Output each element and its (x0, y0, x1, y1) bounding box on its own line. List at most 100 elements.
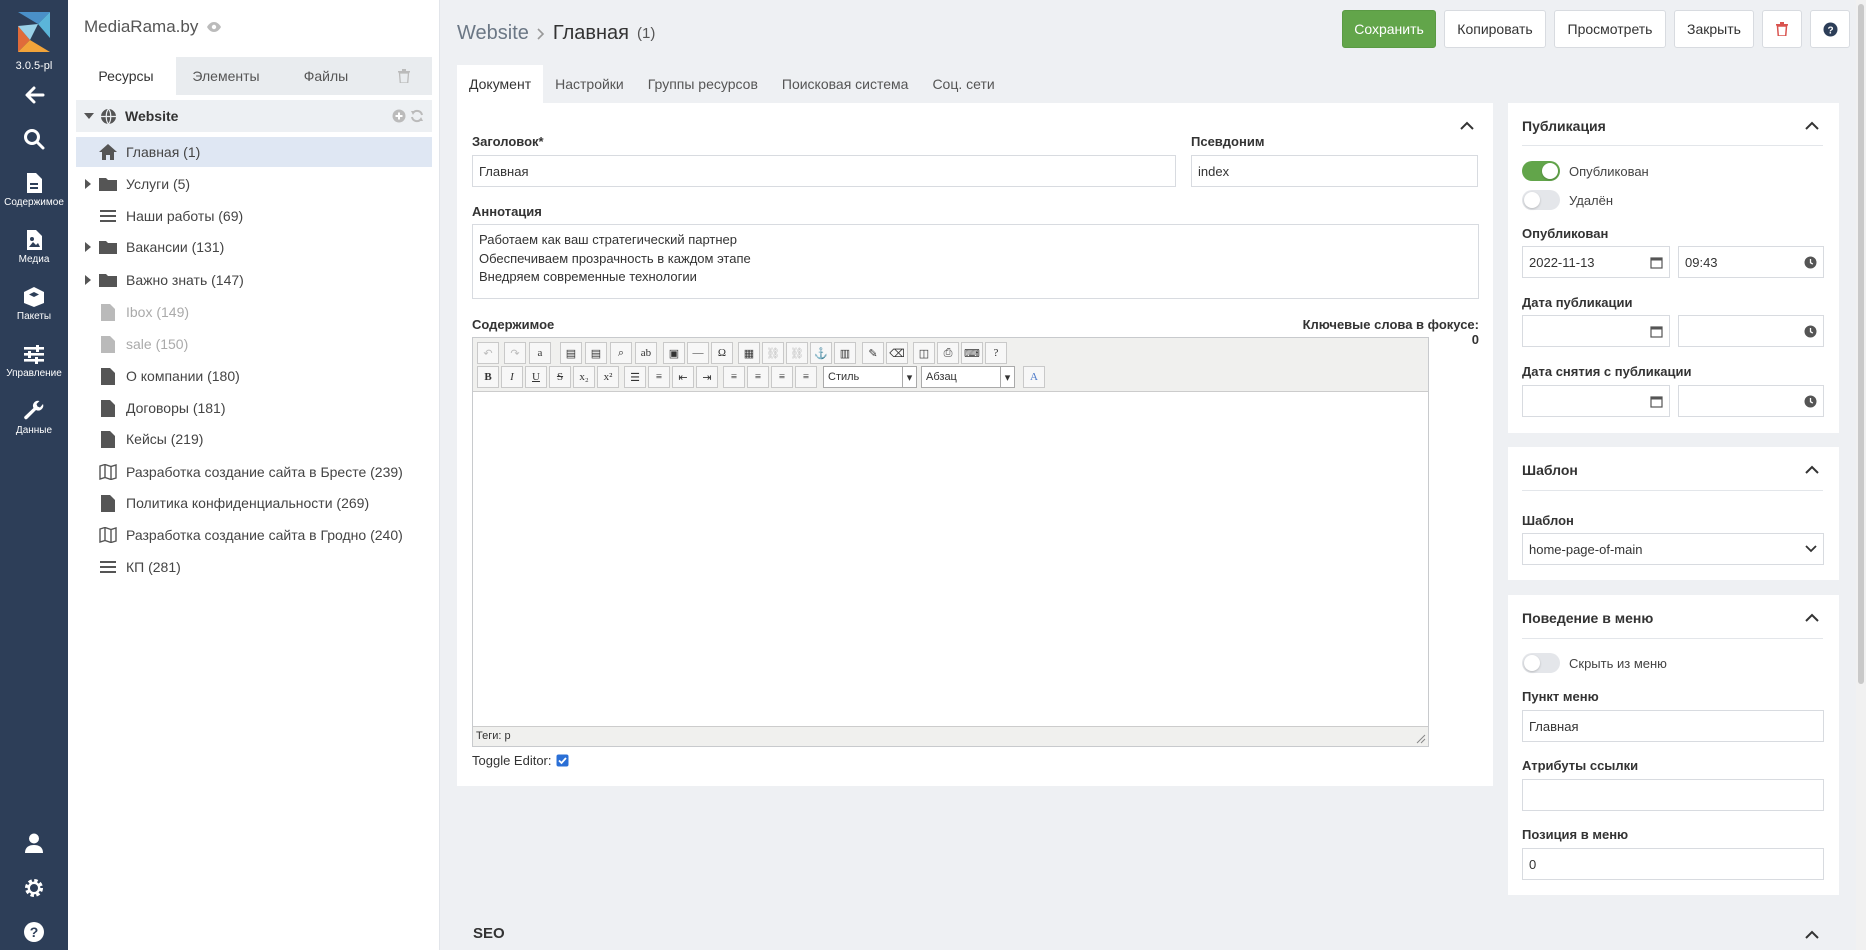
help-icon[interactable]: ? (985, 342, 1007, 364)
rail-manage-button[interactable]: Управление (0, 343, 68, 379)
justify-icon[interactable]: ≡ (795, 366, 817, 388)
tab-resources[interactable]: Ресурсы (76, 57, 176, 95)
tab-settings[interactable]: Настройки (543, 65, 636, 103)
pub-date-field[interactable] (1522, 315, 1670, 347)
paste-text-icon[interactable]: ▤ (585, 342, 607, 364)
underline-icon[interactable]: U (525, 366, 547, 388)
align-center-icon[interactable]: ≡ (747, 366, 769, 388)
menu-position-field[interactable]: 0 (1522, 848, 1824, 880)
unpub-time-field[interactable] (1678, 385, 1824, 417)
rail-search-button[interactable] (0, 128, 68, 153)
media-icon[interactable]: ▥ (834, 342, 856, 364)
collapse-chevron-icon[interactable] (1805, 930, 1819, 940)
deleted-toggle[interactable] (1522, 190, 1560, 210)
tree-item[interactable]: Главная (1) (76, 137, 432, 167)
eraser-icon[interactable]: ⌫ (886, 342, 908, 364)
keyboard-icon[interactable]: ⌨ (961, 342, 983, 364)
tree-item[interactable]: КП (281) (76, 552, 432, 582)
code-icon[interactable]: ◫ (913, 342, 935, 364)
unlink-icon[interactable]: ⛓ (786, 342, 808, 364)
style-select[interactable]: Стиль ▾ (823, 366, 917, 388)
menu-item-field[interactable]: Главная (1522, 710, 1824, 742)
tab-document[interactable]: Документ (457, 65, 544, 103)
modx-logo-icon[interactable] (14, 10, 54, 54)
collapse-chevron-icon[interactable] (1460, 121, 1474, 131)
pub-time-field[interactable] (1678, 315, 1824, 347)
tree-item[interactable]: О компании (180) (76, 361, 432, 391)
caret-right-icon[interactable] (84, 179, 98, 189)
page-scrollbar[interactable] (1856, 0, 1866, 950)
remove-format-icon[interactable]: A (1023, 366, 1045, 388)
rail-data-button[interactable]: Данные (0, 400, 68, 436)
resize-grip-icon[interactable] (1416, 734, 1426, 744)
caret-right-icon[interactable] (84, 242, 98, 252)
rail-help-button[interactable]: ? (0, 921, 68, 946)
close-button[interactable]: Закрыть (1674, 10, 1754, 48)
tree-item[interactable]: Кейсы (219) (76, 424, 432, 454)
image-icon[interactable]: ▦ (738, 342, 760, 364)
tree-item[interactable]: sale (150) (76, 329, 432, 359)
embed-icon[interactable]: ▣ (663, 342, 685, 364)
rail-media-button[interactable]: Медиа (0, 229, 68, 265)
calendar-icon[interactable] (1650, 395, 1663, 408)
anchor-icon[interactable]: ⚓ (810, 342, 832, 364)
format-select[interactable]: Абзац ▾ (921, 366, 1015, 388)
tree-item[interactable]: Разработка создание сайта в Гродно (240) (76, 520, 432, 550)
template-select[interactable]: home-page-of-main (1522, 533, 1824, 565)
rail-settings-button[interactable] (0, 877, 68, 902)
save-button[interactable]: Сохранить (1342, 10, 1436, 48)
undo-icon[interactable]: ↶ (477, 342, 499, 364)
rail-packages-button[interactable]: Пакеты (0, 286, 68, 322)
unpub-date-field[interactable] (1522, 385, 1670, 417)
toggle-editor-checkbox[interactable] (556, 754, 569, 767)
breadcrumb-root[interactable]: Website (457, 22, 529, 45)
tab-social[interactable]: Соц. сети (920, 65, 1006, 103)
italic-icon[interactable]: I (501, 366, 523, 388)
title-field[interactable]: Главная (472, 155, 1176, 187)
clock-icon[interactable] (1804, 256, 1817, 269)
caret-right-icon[interactable] (84, 275, 98, 285)
clock-icon[interactable] (1804, 325, 1817, 338)
tree-item[interactable]: Наши работы (69) (76, 201, 432, 231)
annotation-field[interactable]: Работаем как ваш стратегический партнер … (472, 224, 1479, 299)
print-icon[interactable]: ⎙ (937, 342, 959, 364)
add-icon[interactable] (392, 109, 406, 123)
published-date-field[interactable]: 2022-11-13 (1522, 246, 1670, 278)
bold-icon[interactable]: B (477, 366, 499, 388)
calendar-icon[interactable] (1650, 256, 1663, 269)
delete-button[interactable] (1762, 10, 1802, 48)
find-icon[interactable]: ⌕ (610, 342, 632, 364)
number-list-icon[interactable]: ≡ (648, 366, 670, 388)
hide-from-menu-toggle[interactable] (1522, 653, 1560, 673)
tab-files[interactable]: Файлы (276, 57, 376, 95)
page-scrollbar-thumb[interactable] (1858, 4, 1864, 684)
tree-trash-button[interactable] (376, 57, 432, 95)
select-all-icon[interactable]: a (529, 342, 551, 364)
tree-item[interactable]: Услуги (5) (76, 169, 432, 199)
help-button[interactable]: ? (1810, 10, 1850, 48)
refresh-icon[interactable] (410, 109, 424, 123)
collapse-chevron-icon[interactable] (1805, 121, 1819, 131)
redo-icon[interactable]: ↷ (504, 342, 526, 364)
tree-item[interactable]: Вакансии (131) (76, 232, 432, 262)
link-attrs-field[interactable] (1522, 779, 1824, 811)
clock-icon[interactable] (1804, 395, 1817, 408)
tree-item[interactable]: Разработка создание сайта в Бресте (239) (76, 457, 432, 487)
tree-item[interactable]: Договоры (181) (76, 393, 432, 423)
published-time-field[interactable]: 09:43 (1678, 246, 1824, 278)
tab-resource-groups[interactable]: Группы ресурсов (636, 65, 770, 103)
tree-item[interactable]: Важно знать (147) (76, 265, 432, 295)
align-right-icon[interactable]: ≡ (771, 366, 793, 388)
alias-field[interactable]: index (1191, 155, 1478, 187)
tab-elements[interactable]: Элементы (176, 57, 276, 95)
link-icon[interactable]: ⛓ (762, 342, 784, 364)
rail-back-button[interactable] (0, 84, 68, 109)
collapse-chevron-icon[interactable] (1805, 613, 1819, 623)
outdent-icon[interactable]: ⇤ (672, 366, 694, 388)
char-icon[interactable]: Ω (711, 342, 733, 364)
rail-content-button[interactable]: Содержимое (0, 172, 68, 208)
view-button[interactable]: Просмотреть (1554, 10, 1666, 48)
strike-icon[interactable]: S (549, 366, 571, 388)
indent-icon[interactable]: ⇥ (696, 366, 718, 388)
rail-user-button[interactable] (0, 832, 68, 857)
